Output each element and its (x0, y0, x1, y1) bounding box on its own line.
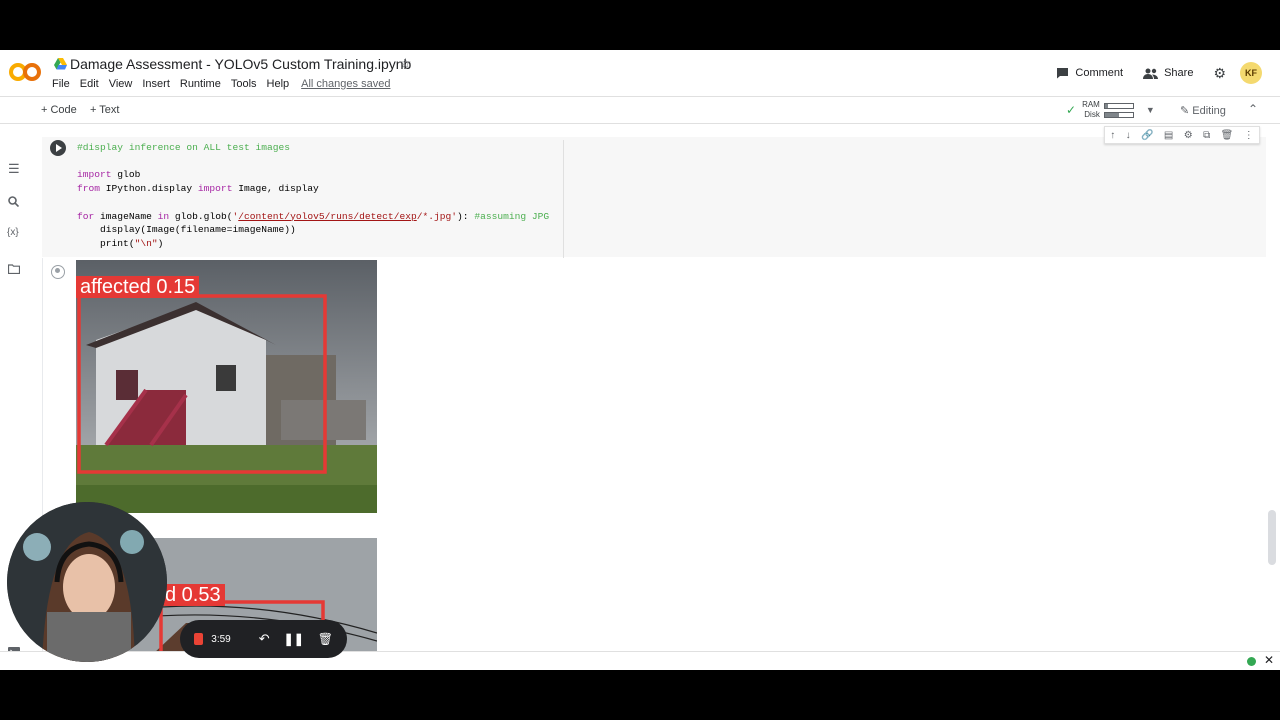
move-down-icon[interactable]: ↓ (1126, 130, 1131, 141)
connected-check-icon: ✓ (1066, 103, 1077, 117)
link-icon[interactable]: 🔗 (1141, 130, 1153, 141)
close-icon[interactable]: ✕ (1264, 653, 1274, 667)
stop-recording-button[interactable] (194, 633, 204, 645)
search-icon[interactable] (8, 195, 20, 210)
notebook-toolbar: + Code + Text ✓ RAM Disk ▼ ✎ Editing ⌃ (0, 96, 1280, 124)
pencil-icon: ✎ (1180, 105, 1190, 117)
cell-toolbar: ↑ ↓ 🔗 ▤ ⚙ ⧉ 🗑 ⋮ (1104, 126, 1260, 144)
mirror-cell-icon[interactable]: ⧉ (1203, 130, 1210, 141)
code-line-3: import glob (77, 169, 141, 181)
share-label: Share (1164, 67, 1194, 79)
cell-settings-icon[interactable]: ⚙ (1184, 130, 1193, 141)
menu-insert[interactable]: Insert (142, 78, 170, 90)
move-up-icon[interactable]: ↑ (1110, 130, 1115, 141)
resource-labels: RAM Disk (1082, 100, 1100, 120)
output-menu-icon[interactable] (51, 265, 65, 279)
menu-file[interactable]: File (52, 78, 70, 90)
recording-timer: 3:59 (211, 633, 231, 645)
disk-bar-fill (1104, 112, 1119, 117)
screen-recorder-bar: 3:59 ↶ ❚❚ 🗑 (180, 620, 347, 658)
run-cell-button[interactable] (50, 140, 66, 156)
code-line-6: for imageName in glob.glob('/content/yol… (77, 210, 550, 222)
table-of-contents-icon[interactable]: ☰ (8, 161, 20, 177)
menu-help[interactable]: Help (267, 78, 290, 90)
comment-cell-icon[interactable]: ▤ (1164, 130, 1173, 141)
undo-icon[interactable]: ↶ (259, 631, 270, 647)
ram-label: RAM (1082, 100, 1100, 109)
folder-icon[interactable] (7, 262, 21, 277)
code-line-1: #display inference on ALL test images (77, 142, 291, 153)
detection-label: affected 0.15 (76, 276, 200, 298)
code-ruler (563, 140, 564, 258)
colab-logo[interactable] (9, 61, 41, 83)
menu-view[interactable]: View (109, 78, 133, 90)
resource-monitor[interactable]: ✓ RAM Disk ▼ (1066, 100, 1155, 120)
add-code-button[interactable]: + Code (41, 104, 77, 116)
webcam-bubble[interactable] (7, 502, 167, 662)
resource-bars (1103, 102, 1134, 118)
ram-bar (1103, 102, 1134, 109)
user-avatar[interactable]: KF (1240, 62, 1262, 84)
variables-icon[interactable]: {x} (7, 227, 19, 238)
menu-edit[interactable]: Edit (80, 78, 99, 90)
gear-icon: ⚙ (1213, 64, 1226, 81)
detection-output-image: affected 0.15 (76, 260, 377, 513)
comment-button[interactable]: Comment (1056, 67, 1123, 79)
chevron-up-icon[interactable]: ⌃ (1248, 102, 1258, 116)
settings-button[interactable]: ⚙ (1213, 65, 1226, 82)
code-editor[interactable]: #display inference on ALL test images im… (77, 141, 549, 251)
comment-icon (1057, 68, 1069, 79)
vertical-scrollbar[interactable] (1268, 510, 1276, 565)
delete-icon[interactable]: 🗑 (1221, 130, 1234, 141)
save-status-link[interactable]: All changes saved (301, 78, 390, 90)
add-text-button[interactable]: + Text (90, 104, 119, 116)
code-line-7: display(Image(filename=imageName)) (77, 224, 296, 236)
code-line-8: print("\n") (77, 237, 164, 249)
disk-label: Disk (1084, 110, 1100, 119)
menu-bar: File Edit View Insert Runtime Tools Help… (52, 78, 390, 90)
presenter-illustration (7, 502, 167, 662)
trash-icon[interactable]: 🗑 (318, 632, 333, 646)
more-options-icon[interactable]: ⋮ (1244, 130, 1254, 141)
people-icon (1143, 68, 1159, 79)
menu-runtime[interactable]: Runtime (180, 78, 221, 90)
editing-mode-button[interactable]: ✎ Editing (1180, 104, 1226, 117)
google-drive-icon[interactable] (54, 58, 67, 70)
colab-window: Damage Assessment - YOLOv5 Custom Traini… (0, 50, 1280, 670)
detection-label-2: d 0.53 (161, 584, 225, 606)
caret-down-icon[interactable]: ▼ (1146, 105, 1155, 115)
star-icon[interactable]: ☆ (399, 55, 412, 72)
comment-label: Comment (1075, 67, 1124, 79)
editing-label: Editing (1192, 105, 1226, 117)
notebook-header: Damage Assessment - YOLOv5 Custom Traini… (0, 50, 1280, 96)
notebook-title[interactable]: Damage Assessment - YOLOv5 Custom Traini… (70, 56, 411, 72)
disk-bar (1103, 111, 1134, 118)
share-button[interactable]: Share (1143, 67, 1193, 79)
code-line-4: from IPython.display import Image, displ… (77, 183, 319, 195)
status-ok-icon (1247, 657, 1256, 666)
menu-tools[interactable]: Tools (231, 78, 257, 90)
header-actions: Comment Share ⚙ KF (1036, 62, 1262, 84)
pause-icon[interactable]: ❚❚ (284, 632, 304, 646)
ram-bar-fill (1104, 103, 1108, 108)
